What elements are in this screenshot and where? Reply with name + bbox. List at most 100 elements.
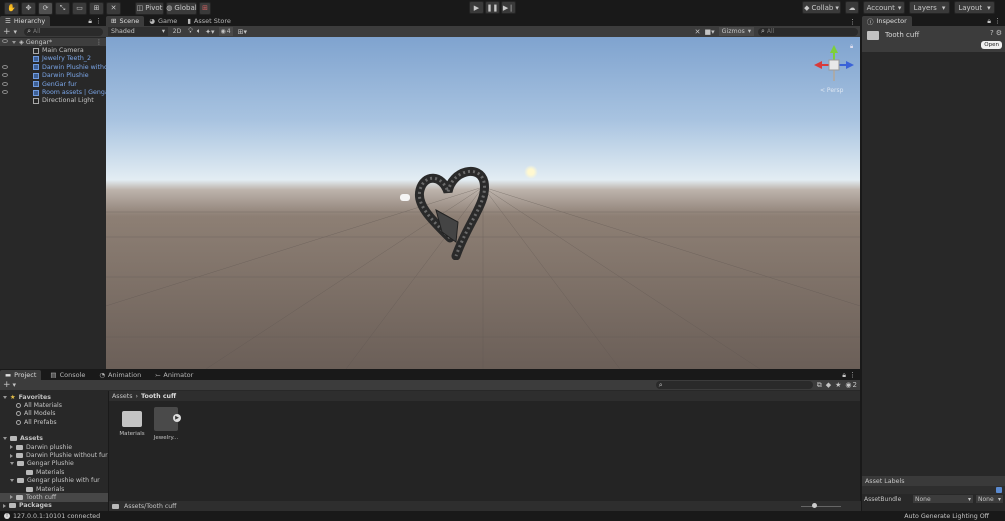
chevron-right-icon[interactable] <box>10 453 13 458</box>
gizmos-dropdown[interactable]: Gizmos ▾ <box>718 27 754 36</box>
expand-arrow-icon[interactable] <box>12 40 16 44</box>
global-toggle[interactable]: ◍ Global <box>166 1 197 15</box>
hierarchy-item[interactable]: Main Camera <box>0 46 106 54</box>
breadcrumb-current[interactable]: Tooth cuff <box>141 393 176 400</box>
move-tool-button[interactable]: ✥ <box>21 1 36 15</box>
tab-game[interactable]: ◕ Game <box>144 16 182 26</box>
folder-tree-item[interactable]: Tooth cuff <box>0 493 108 502</box>
asset-item-materials[interactable]: Materials <box>119 407 145 437</box>
tooth-cuff-model[interactable] <box>412 160 492 260</box>
hidden-packages-toggle[interactable]: ◉ 2 <box>845 381 857 389</box>
grid-snap-button[interactable]: ⊞ <box>199 1 211 15</box>
hierarchy-item[interactable]: Jewelry Teeth_2 <box>0 55 106 63</box>
lock-icon[interactable]: 🔒︎ <box>850 43 853 51</box>
tools-icon[interactable]: ✕ <box>695 28 701 36</box>
custom-tool-button[interactable]: ✕ <box>106 1 121 15</box>
hidden-objects-toggle[interactable]: ◉ 4 <box>218 27 233 36</box>
pivot-toggle[interactable]: ◫ Pivot <box>135 1 164 15</box>
kebab-menu-icon[interactable]: ⋮ <box>95 17 102 25</box>
dropdown-arrow-icon[interactable]: ▾ <box>14 28 18 36</box>
dropdown-arrow-icon[interactable]: ▾ <box>13 381 17 389</box>
search-by-type-icon[interactable]: ⧉ <box>817 381 822 390</box>
folder-tree-item[interactable]: Darwin plushie <box>0 443 108 451</box>
rect-tool-button[interactable]: ▭ <box>72 1 87 15</box>
chevron-right-icon[interactable] <box>10 445 13 450</box>
visibility-eye-icon[interactable] <box>2 73 8 78</box>
hierarchy-item[interactable]: Darwin Plushie without <box>0 63 106 71</box>
variant-dropdown[interactable]: None ▾ <box>976 495 1003 503</box>
hierarchy-search-input[interactable]: ⌕ All <box>24 27 103 36</box>
lighting-toggle-icon[interactable]: 💡︎ <box>188 27 193 36</box>
expand-arrow-icon[interactable] <box>3 395 7 399</box>
layout-dropdown[interactable]: Layout ▾ <box>954 1 995 14</box>
kebab-menu-icon[interactable]: ⋮ <box>96 39 102 46</box>
folder-tree-item[interactable]: Materials <box>0 468 108 476</box>
visibility-eye-icon[interactable] <box>2 81 8 86</box>
help-icon[interactable]: ? <box>990 29 994 37</box>
favorite-star-icon[interactable]: ★ <box>835 381 841 389</box>
tab-inspector[interactable]: ⓘ Inspector <box>862 16 912 26</box>
2d-toggle-button[interactable]: 2D <box>170 27 184 36</box>
expand-arrow-icon[interactable] <box>3 437 7 441</box>
add-icon[interactable]: + <box>3 27 11 37</box>
grid-toggle-icon[interactable]: ⊞▾ <box>238 28 247 36</box>
tab-animation[interactable]: ◔ Animation <box>94 370 146 380</box>
visibility-eye-icon[interactable] <box>2 90 8 95</box>
open-button[interactable]: Open <box>981 41 1002 49</box>
tab-console[interactable]: ▤ Console <box>45 370 90 380</box>
play-button[interactable]: ▶ <box>469 1 484 14</box>
camera-gizmo-icon[interactable] <box>400 194 410 201</box>
effects-toggle-icon[interactable]: ✦▾ <box>205 28 214 36</box>
search-by-label-icon[interactable]: ◆ <box>826 381 831 389</box>
scene-viewport[interactable]: 🔒︎ < Persp <box>106 37 860 369</box>
chevron-right-icon[interactable] <box>10 495 13 500</box>
visibility-eye-icon[interactable] <box>2 39 8 43</box>
lock-icon[interactable]: 🔒︎ <box>842 371 846 380</box>
hierarchy-item[interactable]: GenGar fur <box>0 80 106 88</box>
assets-root-row[interactable]: Assets <box>0 435 108 443</box>
tab-asset-store[interactable]: ▮ Asset Store <box>182 16 236 26</box>
lighting-status[interactable]: Auto Generate Lighting Off <box>904 513 989 520</box>
breadcrumb-assets[interactable]: Assets <box>112 393 133 400</box>
account-dropdown[interactable]: Account ▾ <box>863 1 905 14</box>
kebab-menu-icon[interactable]: ⋮ <box>994 17 1001 25</box>
hierarchy-item[interactable]: Darwin Plushie <box>0 72 106 80</box>
lock-icon[interactable]: 🔒︎ <box>987 17 991 26</box>
hand-tool-button[interactable]: ✋ <box>4 1 19 15</box>
tab-project[interactable]: ▬ Project <box>0 370 42 380</box>
tab-scene[interactable]: ⊞ Scene <box>106 16 145 26</box>
rotate-tool-button[interactable]: ⟳ <box>38 1 53 15</box>
scene-root-row[interactable]: ◈ Gengar* ⋮ <box>0 38 106 47</box>
label-tag-icon[interactable] <box>996 487 1002 493</box>
folder-tree-item[interactable]: Materials <box>0 485 108 493</box>
cloud-button[interactable]: ☁ <box>845 1 859 14</box>
favorites-row[interactable]: ★ Favorites <box>0 393 108 401</box>
camera-icon[interactable]: ■▾ <box>704 28 714 36</box>
chevron-down-icon[interactable] <box>10 479 14 483</box>
favorite-item[interactable]: All Materials <box>0 401 108 409</box>
projection-label[interactable]: < Persp <box>820 87 843 94</box>
folder-tree-item[interactable]: Darwin Plushie without fur <box>0 451 108 459</box>
packages-row[interactable]: Packages <box>0 502 108 510</box>
project-search-input[interactable]: ⌕ <box>655 381 813 389</box>
pause-button[interactable]: ❚❚ <box>485 1 500 14</box>
tab-animator[interactable]: ⤚ Animator <box>150 370 198 380</box>
visibility-eye-icon[interactable] <box>2 65 8 69</box>
favorite-item[interactable]: All Prefabs <box>0 418 108 426</box>
expand-arrow-icon[interactable] <box>3 503 6 508</box>
kebab-menu-icon[interactable]: ⋮ <box>849 371 856 379</box>
chevron-down-icon[interactable] <box>10 462 14 466</box>
scale-tool-button[interactable]: ⤡ <box>55 1 70 15</box>
tab-hierarchy[interactable]: ☰ Hierarchy <box>0 16 51 26</box>
assetbundle-dropdown[interactable]: None ▾ <box>913 495 973 503</box>
connection-status[interactable]: 127.0.0.1:10101 connected <box>13 513 100 520</box>
lock-icon[interactable]: 🔒︎ <box>88 17 92 26</box>
directional-light-icon[interactable] <box>524 165 538 179</box>
hierarchy-item[interactable]: Directional Light <box>0 97 106 105</box>
slider-thumb[interactable] <box>812 503 817 508</box>
icon-size-slider[interactable] <box>801 502 841 510</box>
kebab-menu-icon[interactable]: ⋮ <box>849 18 860 26</box>
hierarchy-item[interactable]: Room assets | Gengar <box>0 88 106 96</box>
scene-search-input[interactable]: ⌕ All <box>758 27 858 36</box>
transform-tool-button[interactable]: ⊞ <box>89 1 104 15</box>
